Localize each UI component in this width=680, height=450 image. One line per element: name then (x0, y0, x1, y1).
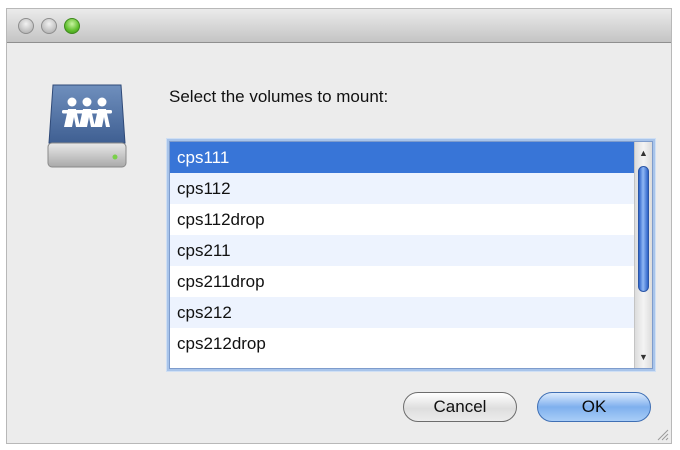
volume-list-item[interactable]: cps111 (170, 142, 634, 173)
dialog-prompt: Select the volumes to mount: (169, 87, 389, 106)
ok-button[interactable]: OK (537, 392, 651, 422)
scroll-up-arrow-icon[interactable]: ▲ (635, 144, 652, 162)
scroll-down-arrow-icon[interactable]: ▼ (635, 348, 652, 366)
title-bar (7, 9, 671, 43)
volume-list-rows[interactable]: cps111 cps112 cps112drop cps211 cps211drop cp… (170, 142, 634, 368)
vertical-scrollbar[interactable]: ▲ ▼ (634, 142, 652, 368)
zoom-button[interactable] (64, 18, 80, 34)
resize-grip-icon[interactable] (655, 427, 669, 441)
scrollbar-thumb[interactable] (638, 166, 649, 292)
volume-list-item[interactable]: cps112 (170, 173, 634, 204)
volume-list-item[interactable]: cps112drop (170, 204, 634, 235)
volume-list-item[interactable]: cps212drop (170, 328, 634, 359)
shared-network-drive-icon (47, 84, 127, 168)
close-button[interactable] (18, 18, 34, 34)
cancel-button[interactable]: Cancel (403, 392, 517, 422)
volume-list-item[interactable]: cps211 (170, 235, 634, 266)
mount-volumes-dialog: Select the volumes to mount: cps111 cps11… (6, 8, 672, 444)
volume-list[interactable]: cps111 cps112 cps112drop cps211 cps211drop cp… (169, 141, 653, 369)
volume-list-item[interactable]: cps211drop (170, 266, 634, 297)
volume-list-item[interactable]: cps212 (170, 297, 634, 328)
minimize-button[interactable] (41, 18, 57, 34)
